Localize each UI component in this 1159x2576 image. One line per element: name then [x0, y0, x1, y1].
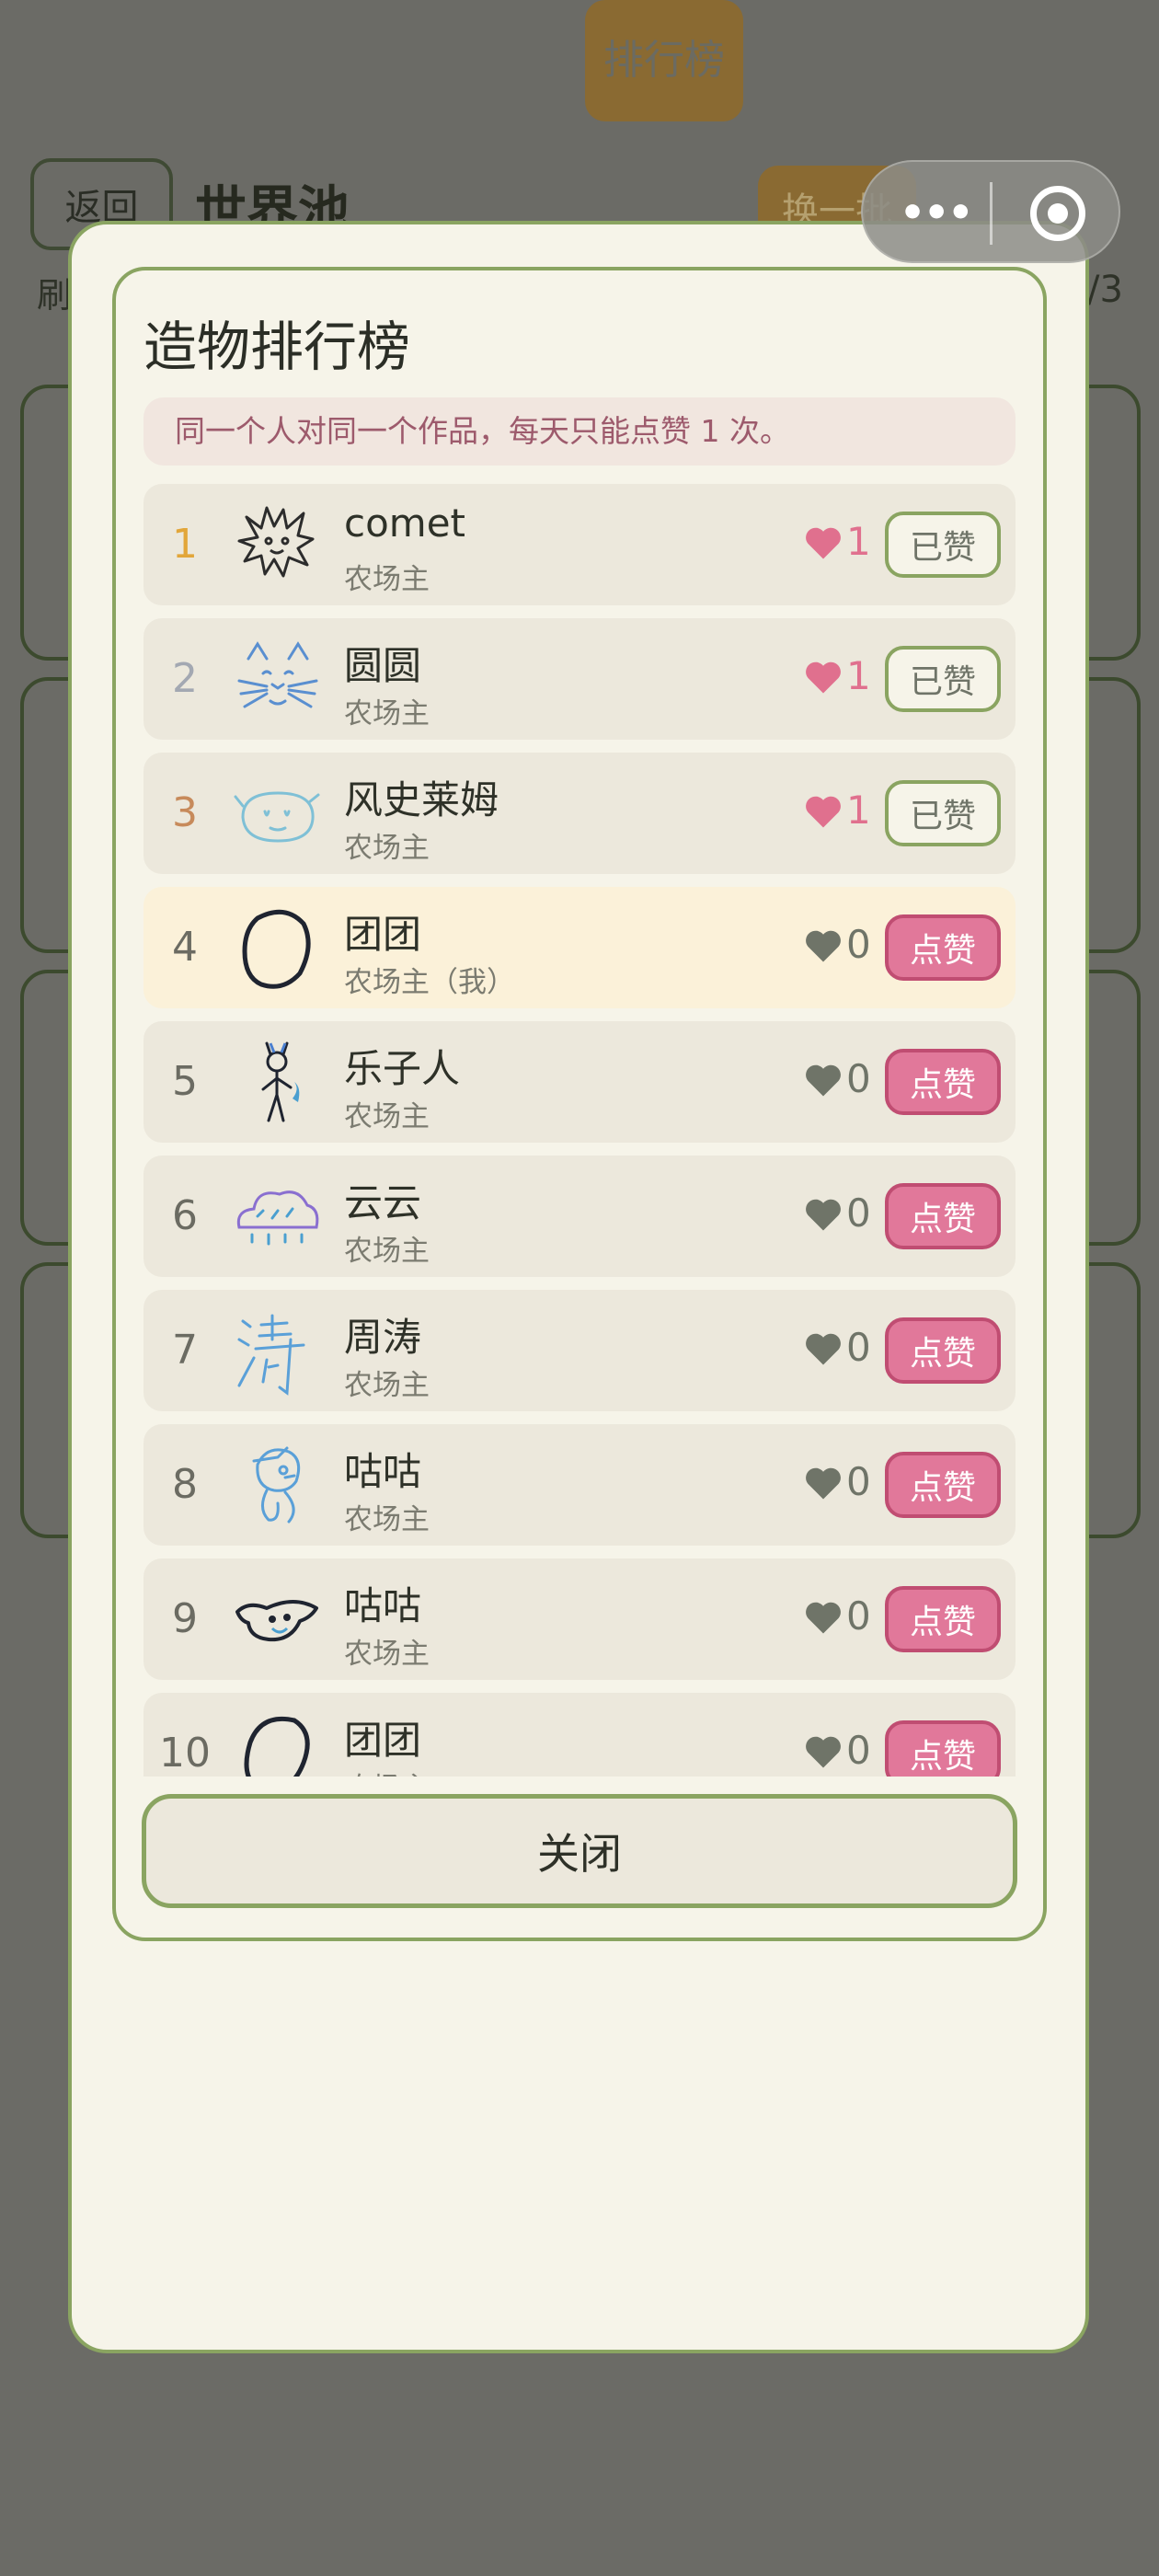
like-button[interactable]: 点赞	[885, 1183, 1001, 1249]
heart-icon	[806, 1064, 841, 1097]
leaderboard-title: 造物排行榜	[143, 316, 411, 378]
leaderboard-list[interactable]: 1 comet 农场主 1 已赞 2 圆圆 农场主 1 已赞 3 风史莱姆 农场…	[143, 484, 1016, 1777]
refresh-hint: 刷	[37, 275, 73, 316]
creator-label: 农场主	[344, 1235, 430, 1268]
close-miniprogram-icon[interactable]	[1030, 186, 1085, 241]
creator-label: 农场主	[344, 563, 430, 596]
like-button[interactable]: 点赞	[885, 1317, 1001, 1384]
rank-number: 10	[159, 1730, 211, 1777]
list-item: 9 咕咕 农场主 0 点赞	[143, 1558, 1016, 1680]
like-rule-notice: 同一个人对同一个作品，每天只能点赞 1 次。	[143, 397, 1016, 466]
page-counter: /3	[1087, 269, 1123, 311]
heart-icon	[806, 930, 841, 962]
slime-drawing-icon	[234, 791, 320, 843]
rank-number: 6	[172, 1192, 198, 1239]
heart-icon	[806, 1736, 841, 1768]
creation-name: 周涛	[344, 1315, 422, 1360]
creation-name: 团团	[344, 1718, 422, 1763]
creator-label: 农场主（我）	[344, 966, 515, 999]
creator-label: 农场主	[344, 832, 430, 865]
liked-button[interactable]: 已赞	[885, 512, 1001, 578]
like-button[interactable]: 点赞	[885, 1452, 1001, 1518]
heart-icon	[806, 527, 841, 559]
list-item: 10 团团 农场主 0 点赞	[143, 1693, 1016, 1777]
creator-label: 农场主	[344, 697, 430, 730]
like-count: 0	[846, 1459, 871, 1504]
handwritten-character-icon	[237, 1314, 305, 1396]
rank-number: 4	[172, 924, 198, 971]
heart-icon	[806, 661, 841, 694]
like-count: 0	[846, 1190, 871, 1236]
like-count: 1	[846, 519, 871, 564]
heart-icon	[806, 1199, 841, 1231]
leaderboard-button[interactable]: 排行榜	[585, 0, 743, 121]
like-button[interactable]: 点赞	[885, 1586, 1001, 1652]
blob-drawing-icon	[242, 909, 311, 989]
heart-icon	[806, 1467, 841, 1500]
rank-number: 8	[172, 1461, 198, 1508]
like-count: 0	[846, 1056, 871, 1101]
like-button[interactable]: 点赞	[885, 1049, 1001, 1115]
creation-name: comet	[344, 500, 466, 546]
rank-number: 9	[172, 1595, 198, 1642]
creation-name: 咕咕	[344, 1449, 422, 1494]
list-item: 1 comet 农场主 1 已赞	[143, 484, 1016, 605]
stick-figure-drawing-icon	[261, 1041, 300, 1122]
creator-label: 农场主	[344, 1100, 430, 1133]
creator-label: 农场主	[344, 1503, 430, 1536]
rank-number: 5	[172, 1058, 198, 1105]
list-item: 8 咕咕 农场主 0 点赞	[143, 1424, 1016, 1546]
creation-name: 圆圆	[344, 643, 422, 688]
like-count: 0	[846, 922, 871, 967]
liked-button[interactable]: 已赞	[885, 646, 1001, 712]
liked-button[interactable]: 已赞	[885, 780, 1001, 846]
like-button[interactable]: 点赞	[885, 1720, 1001, 1777]
rank-number: 3	[172, 789, 198, 836]
list-item: 7 周涛 农场主 0 点赞	[143, 1290, 1016, 1411]
spiky-creature-drawing-icon	[237, 506, 315, 578]
heart-icon	[806, 796, 841, 828]
creation-name: 风史莱姆	[344, 777, 499, 822]
like-count: 0	[846, 1593, 871, 1639]
list-item: 5 乐子人 农场主 0 点赞	[143, 1021, 1016, 1143]
like-count: 0	[846, 1728, 871, 1773]
list-item: 3 风史莱姆 农场主 1 已赞	[143, 753, 1016, 874]
close-button[interactable]: 关闭	[142, 1794, 1017, 1908]
list-item-mine: 4 团团 农场主（我） 0 点赞	[143, 887, 1016, 1008]
cat-face-drawing-icon	[237, 641, 318, 708]
heart-icon	[806, 1602, 841, 1634]
rank-number: 7	[172, 1327, 198, 1374]
bird-drawing-icon	[252, 1446, 301, 1524]
creator-label: 农场主	[344, 1638, 430, 1671]
like-count: 0	[846, 1325, 871, 1370]
creation-name: 团团	[344, 912, 422, 957]
rank-number: 2	[172, 655, 198, 702]
creator-label: 农场主	[344, 1369, 430, 1402]
list-item: 2 圆圆 农场主 1 已赞	[143, 618, 1016, 740]
like-button[interactable]: 点赞	[885, 914, 1001, 981]
miniprogram-capsule: •••	[861, 160, 1120, 263]
more-icon[interactable]: •••	[900, 190, 973, 236]
creation-name: 咕咕	[344, 1583, 422, 1628]
heart-icon	[806, 1333, 841, 1365]
whale-drawing-icon	[235, 1600, 318, 1642]
creation-name: 乐子人	[344, 1046, 461, 1091]
rain-cloud-drawing-icon	[236, 1190, 319, 1246]
list-item: 6 云云 农场主 0 点赞	[143, 1156, 1016, 1277]
like-count: 1	[846, 788, 871, 833]
rank-number: 1	[172, 521, 198, 568]
blob-drawing-icon	[244, 1716, 310, 1777]
creator-label: 农场主	[344, 1765, 430, 1777]
creation-name: 云云	[344, 1180, 422, 1225]
capsule-divider	[990, 182, 993, 245]
like-count: 1	[846, 653, 871, 698]
